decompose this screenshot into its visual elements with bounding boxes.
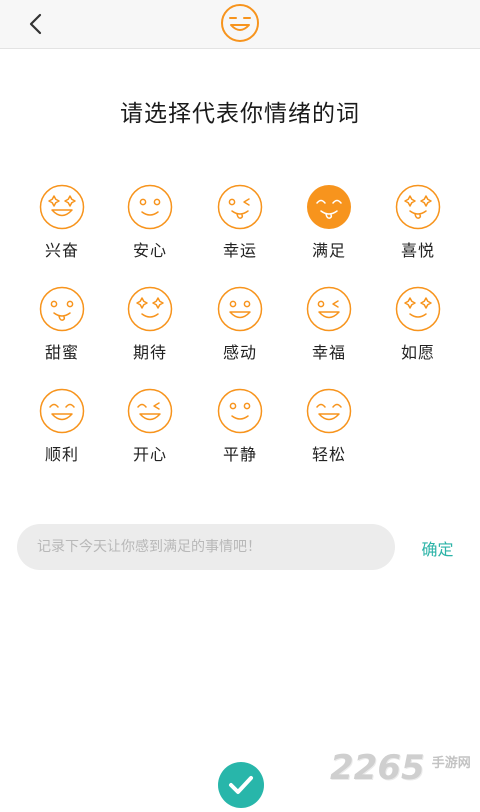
mood-option[interactable]: 安心 xyxy=(115,184,185,274)
mood-option[interactable]: 甜蜜 xyxy=(27,286,97,376)
mood-option[interactable]: 如愿 xyxy=(383,286,453,376)
mood-option[interactable]: 满足 xyxy=(294,184,364,274)
smile-face-icon xyxy=(221,4,259,42)
back-button[interactable] xyxy=(22,10,50,38)
mood-label: 开心 xyxy=(132,445,167,464)
star-eyes-tongue-face-icon xyxy=(395,184,441,230)
mood-option[interactable]: 平静 xyxy=(205,388,275,478)
mood-label: 兴奋 xyxy=(44,241,79,260)
relaxed-grin-face-icon xyxy=(306,388,352,434)
mood-option[interactable]: 幸福 xyxy=(294,286,364,376)
star-eyes-smile-face-icon xyxy=(395,286,441,332)
mood-option[interactable]: 顺利 xyxy=(27,388,97,478)
mood-option[interactable]: 兴奋 xyxy=(27,184,97,274)
mood-label: 满足 xyxy=(311,241,346,260)
mood-label: 感动 xyxy=(222,343,257,362)
mood-label: 期待 xyxy=(132,343,167,362)
mood-label: 喜悦 xyxy=(400,241,435,260)
mood-label: 幸福 xyxy=(311,343,346,362)
submit-button[interactable] xyxy=(218,762,264,808)
peaceful-smile-face-icon xyxy=(217,388,263,434)
watermark-logo: 2265 手游网 xyxy=(330,748,471,792)
moved-grin-face-icon xyxy=(217,286,263,332)
confirm-button[interactable]: 确定 xyxy=(410,536,465,560)
top-bar xyxy=(0,0,480,49)
mood-option[interactable]: 幸运 xyxy=(205,184,275,274)
wink-laugh-face-icon xyxy=(127,388,173,434)
mood-option[interactable]: 喜悦 xyxy=(383,184,453,274)
chevron-left-icon xyxy=(29,13,42,35)
mood-option[interactable]: 轻松 xyxy=(294,388,364,478)
happy-eyes-grin-face-icon xyxy=(39,388,85,434)
wink-grin-face-icon xyxy=(306,286,352,332)
star-eyes-face-icon xyxy=(39,184,85,230)
watermark-text: 手游网 xyxy=(431,756,471,771)
mood-note-input[interactable] xyxy=(17,524,395,570)
mood-label: 幸运 xyxy=(222,241,257,260)
calm-smile-face-icon xyxy=(127,184,173,230)
mood-label: 顺利 xyxy=(44,445,79,464)
mood-option[interactable]: 开心 xyxy=(115,388,185,478)
content-tongue-face-icon xyxy=(307,185,351,229)
watermark-number: 2265 xyxy=(330,748,425,788)
mood-option[interactable]: 感动 xyxy=(205,286,275,376)
mood-option[interactable]: 期待 xyxy=(115,286,185,376)
page-title: 请选择代表你情绪的词 xyxy=(120,101,360,127)
wink-tongue-face-icon xyxy=(217,184,263,230)
star-eyes-grin-face-icon xyxy=(127,286,173,332)
mood-label: 安心 xyxy=(132,241,167,260)
mood-label: 平静 xyxy=(222,445,257,464)
mood-label: 如愿 xyxy=(400,343,435,362)
mood-label: 轻松 xyxy=(311,445,346,464)
mood-label: 甜蜜 xyxy=(44,343,79,362)
sweet-tongue-face-icon xyxy=(39,286,85,332)
checkmark-icon xyxy=(229,776,253,794)
